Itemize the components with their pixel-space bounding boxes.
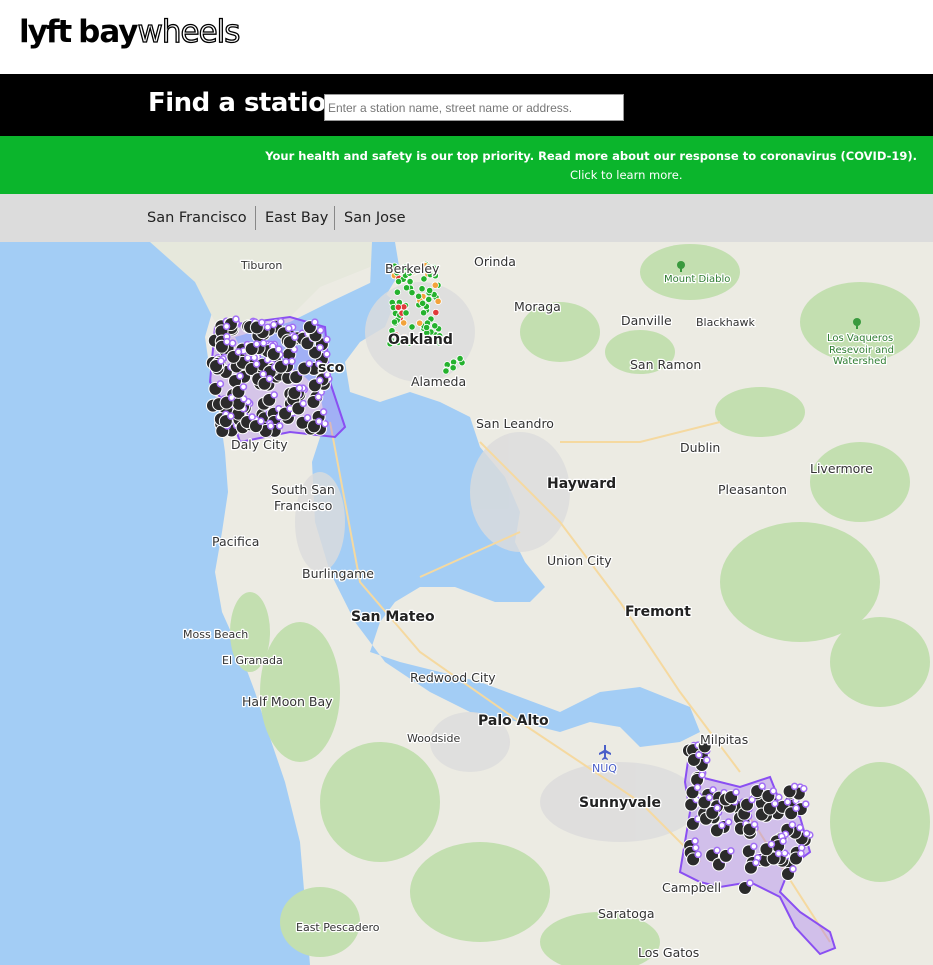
station-map[interactable]: Tiburon Berkeley Orinda Mount Diablo Mor… xyxy=(0,242,933,965)
map-label-south-sf-1: South San xyxy=(271,482,335,497)
station-marker[interactable] xyxy=(390,318,399,326)
map-label-hayward: Hayward xyxy=(547,476,616,492)
map-label-orinda: Orinda xyxy=(474,254,516,269)
station-marker[interactable] xyxy=(408,289,416,297)
map-label-south-sf-2: Francisco xyxy=(274,498,332,513)
map-label-danville: Danville xyxy=(621,313,672,328)
map-label-palo-alto: Palo Alto xyxy=(478,713,549,729)
city-tabs: San Francisco East Bay San Jose xyxy=(0,194,933,242)
map-label-san-ramon: San Ramon xyxy=(630,357,701,372)
map-label-daly-city: Daly City xyxy=(231,437,288,452)
map-label-sunnyvale: Sunnyvale xyxy=(579,795,661,811)
map-label-moss-beach: Moss Beach xyxy=(183,628,248,641)
tab-divider xyxy=(334,206,335,230)
station-marker[interactable] xyxy=(425,295,433,304)
map-label-tiburon: Tiburon xyxy=(240,259,282,272)
station-marker[interactable] xyxy=(449,364,457,372)
station-marker[interactable] xyxy=(408,323,416,331)
station-marker[interactable] xyxy=(400,319,408,327)
map-label-woodside: Woodside xyxy=(407,732,460,745)
station-marker[interactable] xyxy=(402,284,411,292)
station-marker[interactable] xyxy=(394,303,402,311)
map-label-campbell: Campbell xyxy=(662,880,721,895)
airport-icon xyxy=(599,745,611,760)
station-marker[interactable] xyxy=(394,277,403,286)
map-label-nuq-airport: NUQ xyxy=(592,762,617,775)
tab-east-bay[interactable]: East Bay xyxy=(265,206,328,230)
tab-divider xyxy=(255,206,256,230)
map-label-berkeley: Berkeley xyxy=(385,261,440,276)
map-label-watershed: Watershed xyxy=(833,356,887,367)
map-label-san-francisco: sco xyxy=(318,360,345,376)
station-marker[interactable] xyxy=(422,323,431,332)
station-marker[interactable] xyxy=(420,275,428,283)
map-label-union-city: Union City xyxy=(547,553,612,568)
station-marker[interactable] xyxy=(402,309,410,317)
map-label-san-mateo: San Mateo xyxy=(351,609,435,625)
covid-banner-headline[interactable]: Your health and safety is our top priori… xyxy=(265,149,917,163)
station-marker[interactable] xyxy=(415,292,423,300)
station-marker[interactable] xyxy=(416,319,424,327)
station-marker[interactable] xyxy=(456,354,464,363)
station-marker[interactable] xyxy=(419,299,427,307)
station-marker[interactable] xyxy=(426,286,434,295)
map-label-los-vaqueros: Los Vaqueros xyxy=(827,333,893,344)
bay-wheels-logo[interactable]: lyft bay wheels xyxy=(19,13,241,54)
map-label-half-moon-bay: Half Moon Bay xyxy=(242,694,333,709)
map-label-dublin: Dublin xyxy=(680,440,720,455)
map-label-mount-diablo: Mount Diablo xyxy=(664,274,730,285)
map-label-milpitas: Milpitas xyxy=(700,732,748,747)
find-station-title: Find a station xyxy=(148,88,344,118)
lyft-logo-text: lyft xyxy=(19,14,72,50)
map-label-livermore: Livermore xyxy=(810,461,873,476)
covid-banner[interactable]: Your health and safety is our top priori… xyxy=(0,136,933,194)
logo-bay-text: bay xyxy=(78,14,138,50)
map-label-moraga: Moraga xyxy=(514,299,561,314)
map-label-san-leandro: San Leandro xyxy=(476,416,554,431)
station-marker[interactable] xyxy=(393,288,401,296)
site-header: lyft bay wheels xyxy=(0,0,933,74)
map-label-el-granada: El Granada xyxy=(222,654,283,667)
station-search-input[interactable] xyxy=(324,94,624,121)
station-marker[interactable] xyxy=(432,308,440,317)
station-marker[interactable] xyxy=(418,285,426,293)
tab-san-francisco[interactable]: San Francisco xyxy=(147,206,247,230)
map-label-alameda: Alameda xyxy=(411,374,466,389)
map-label-burlingame: Burlingame xyxy=(302,566,374,581)
station-marker[interactable] xyxy=(434,297,442,305)
map-label-fremont: Fremont xyxy=(625,604,691,620)
map-canvas[interactable]: Tiburon Berkeley Orinda Mount Diablo Mor… xyxy=(0,242,933,965)
logo-wheels-text: wheels xyxy=(137,13,241,50)
covid-banner-cta[interactable]: Click to learn more. xyxy=(570,168,683,182)
map-label-blackhawk: Blackhawk xyxy=(696,316,755,329)
station-marker[interactable] xyxy=(406,278,414,286)
station-marker[interactable] xyxy=(431,281,439,289)
map-label-reservoir: Resevoir and xyxy=(829,345,894,356)
map-label-east-pescadero: East Pescadero xyxy=(296,921,380,934)
station-marker[interactable] xyxy=(419,309,428,317)
map-label-pacifica: Pacifica xyxy=(212,534,259,549)
find-station-bar: Find a station xyxy=(0,74,933,136)
map-label-oakland: Oakland xyxy=(388,332,453,348)
map-label-pleasanton: Pleasanton xyxy=(718,482,787,497)
map-label-los-gatos: Los Gatos xyxy=(638,945,699,960)
station-marker[interactable] xyxy=(431,322,439,330)
tab-san-jose[interactable]: San Jose xyxy=(344,206,406,230)
map-label-saratoga: Saratoga xyxy=(598,906,655,921)
map-label-redwood-city: Redwood City xyxy=(410,670,496,685)
